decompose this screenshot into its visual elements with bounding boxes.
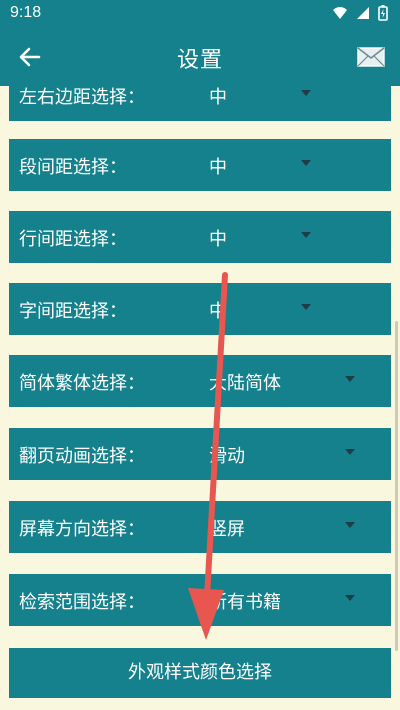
settings-list: 左右边距选择： 中 段间距选择： 中 行间距选择： 中 字间距选择： 中 简体繁…	[0, 86, 400, 710]
setting-row-script[interactable]: 简体繁体选择： 大陆简体	[9, 355, 391, 407]
signal-icon	[357, 7, 369, 19]
wifi-icon	[333, 7, 347, 19]
setting-value: 中	[209, 229, 227, 250]
mail-button[interactable]	[354, 42, 388, 72]
appearance-color-button[interactable]: 外观样式颜色选择	[9, 648, 391, 698]
setting-label: 段间距选择：	[19, 157, 127, 178]
setting-label: 左右边距选择：	[19, 87, 145, 108]
chevron-down-icon	[345, 376, 355, 382]
mail-icon	[357, 47, 385, 67]
status-icons	[332, 5, 388, 21]
setting-row-page-animation[interactable]: 翻页动画选择： 滑动	[9, 428, 391, 480]
chevron-down-icon	[345, 449, 355, 455]
chevron-down-icon	[345, 522, 355, 528]
setting-label: 字间距选择：	[19, 301, 127, 322]
battery-icon	[378, 5, 388, 21]
setting-label: 检索范围选择：	[19, 592, 145, 613]
scrollbar[interactable]	[395, 321, 398, 651]
setting-label: 翻页动画选择：	[19, 446, 145, 467]
setting-value: 所有书籍	[209, 592, 281, 613]
chevron-down-icon	[301, 90, 311, 96]
status-time: 9:18	[10, 4, 42, 21]
setting-label: 屏幕方向选择：	[19, 519, 145, 540]
setting-value: 中	[209, 157, 227, 178]
setting-row-orientation[interactable]: 屏幕方向选择： 竖屏	[9, 501, 391, 553]
chevron-down-icon	[301, 304, 311, 310]
setting-row-paragraph-spacing[interactable]: 段间距选择： 中	[9, 139, 391, 191]
setting-label: 行间距选择：	[19, 229, 127, 250]
setting-row-letter-spacing[interactable]: 字间距选择： 中	[9, 283, 391, 335]
setting-value: 中	[209, 301, 227, 322]
setting-row-line-spacing[interactable]: 行间距选择： 中	[9, 211, 391, 263]
chevron-down-icon	[301, 160, 311, 166]
setting-value: 竖屏	[209, 519, 245, 540]
setting-label: 简体繁体选择：	[19, 373, 145, 394]
app-bar: 设置	[0, 28, 400, 86]
setting-row-margin[interactable]: 左右边距选择： 中	[9, 86, 391, 121]
setting-value: 中	[209, 87, 227, 108]
page-title: 设置	[176, 48, 223, 73]
chevron-down-icon	[345, 595, 355, 601]
chevron-down-icon	[301, 232, 311, 238]
setting-value: 大陆简体	[209, 373, 281, 394]
status-bar: 9:18	[0, 0, 400, 28]
setting-row-search-scope[interactable]: 检索范围选择： 所有书籍	[9, 574, 391, 626]
setting-value: 滑动	[209, 446, 245, 467]
